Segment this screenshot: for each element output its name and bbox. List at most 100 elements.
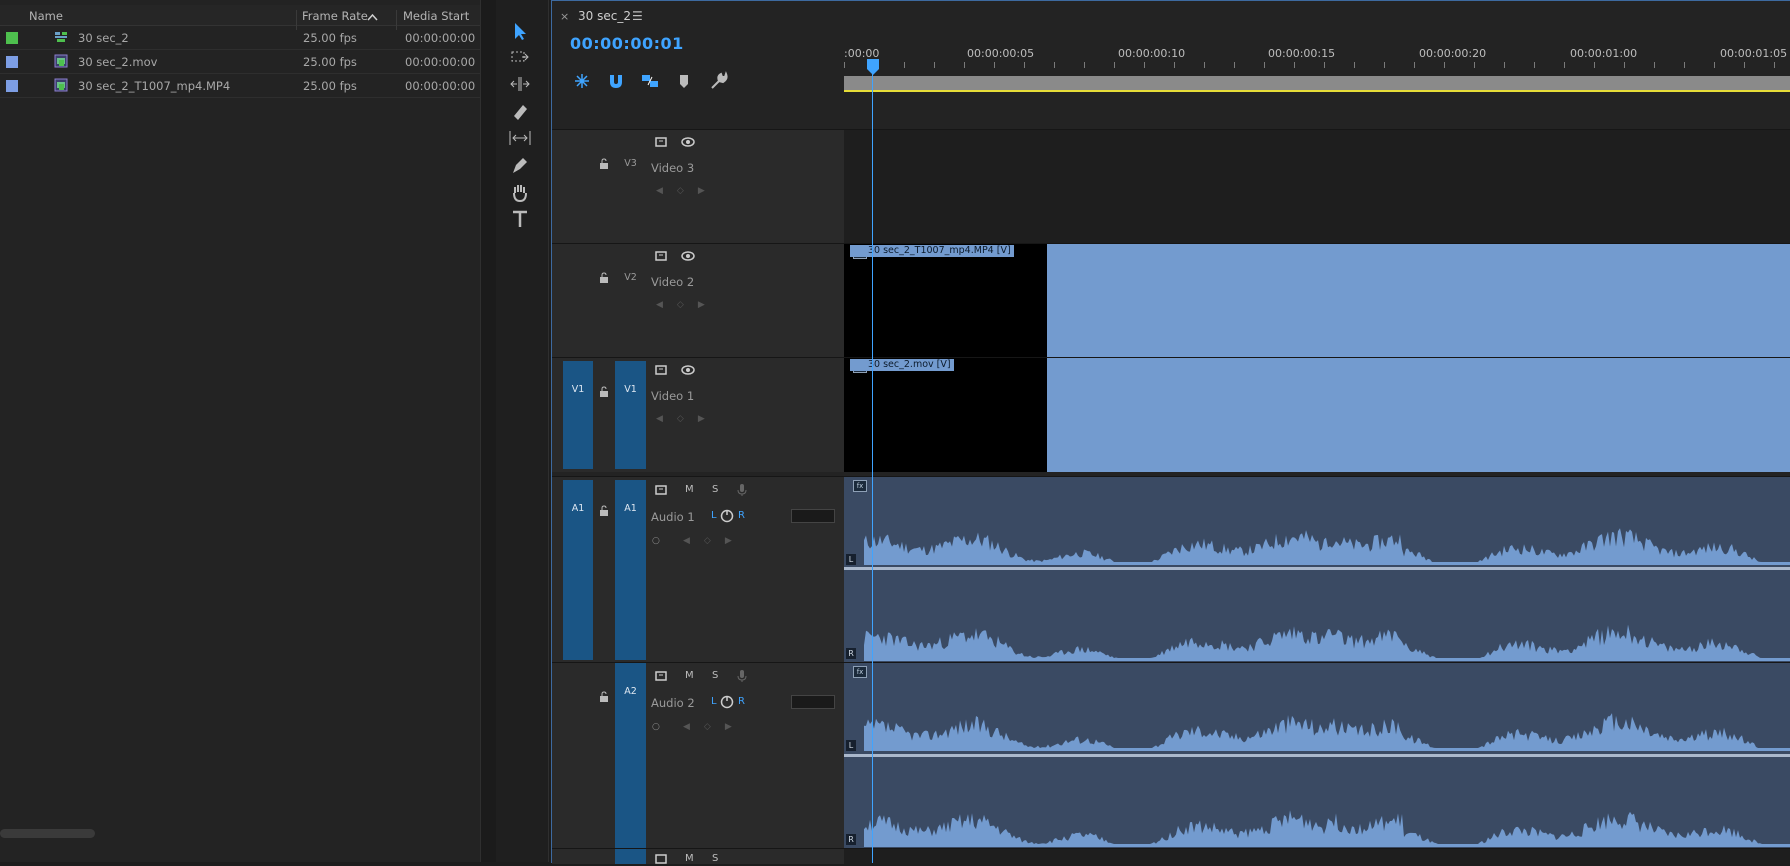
keyframe-navigator[interactable]: ◀◇▶ [683,722,746,732]
sort-ascending-icon[interactable] [367,13,378,21]
label-color-swatch[interactable] [6,80,18,92]
timeline-panel: × 30 sec_2 ☰ 00:00:00:01 :00:00 00:00:00… [551,0,1790,866]
track-target-v3[interactable]: V3 [615,158,646,169]
hand-tool-icon[interactable] [507,181,533,203]
item-frame-rate: 25.00 fps [303,55,357,69]
project-item-row[interactable]: 30 sec_2 25.00 fps 00:00:00:00 [0,26,480,50]
item-name: 30 sec_2.mov [78,55,158,69]
keyframe-navigator[interactable]: ◀◇▶ [656,186,719,196]
track-a2: A2 M S Audio 2 L R ○ ◀◇▶ fx L R [552,662,1790,849]
track-content[interactable]: fx L R [844,663,1790,849]
pan-knob-icon[interactable] [719,509,735,523]
ruler-tick [1324,62,1325,68]
horizontal-scrollbar[interactable] [0,829,95,838]
timeline-settings-wrench-icon[interactable] [707,71,729,91]
track-name[interactable]: Audio 2 [651,696,695,710]
voice-over-mic-icon[interactable] [734,483,750,497]
source-patch-a1[interactable]: A1 [563,480,593,660]
keyframe-navigator[interactable]: ◀◇▶ [656,300,719,310]
keyframe-navigator[interactable]: ◀◇▶ [683,536,746,546]
selection-tool-icon[interactable] [507,20,533,42]
toggle-sync-lock-icon[interactable] [654,669,670,683]
track-name[interactable]: Video 3 [651,161,694,175]
linked-selection-icon[interactable] [639,71,661,91]
eye-icon[interactable] [680,135,696,149]
close-tab-button[interactable]: × [560,10,569,23]
volume-keyframe-icon[interactable]: ○ [652,722,674,732]
solo-button[interactable]: S [712,484,718,495]
snap-magnet-icon[interactable] [605,71,627,91]
toggle-sync-lock-icon[interactable] [654,483,670,497]
playhead-timecode[interactable]: 00:00:00:01 [570,34,684,53]
lock-icon[interactable] [599,158,609,169]
sequence-tab[interactable]: 30 sec_2 [578,9,631,23]
lock-icon[interactable] [599,505,609,516]
track-target-v2[interactable]: V2 [615,272,646,283]
track-name[interactable]: Video 2 [651,275,694,289]
voice-over-mic-icon[interactable] [734,669,750,683]
video-clip-icon [54,54,68,68]
track-content[interactable]: fx L R [844,477,1790,663]
column-media-start[interactable]: Media Start [403,9,469,23]
video-clip-thumbnail[interactable] [844,358,1047,472]
sequence-icon [55,32,67,42]
track-volume-meter[interactable] [791,695,835,709]
mute-button[interactable]: M [685,853,694,864]
item-media-start: 00:00:00:00 [405,55,476,69]
track-volume-meter[interactable] [791,509,835,523]
time-ruler[interactable]: :00:00 00:00:00:05 00:00:00:10 00:00:00:… [844,41,1790,76]
solo-button[interactable]: S [712,853,718,864]
mute-button[interactable]: M [685,484,694,495]
razor-tool-icon[interactable] [507,100,533,122]
mute-button[interactable]: M [685,670,694,681]
project-item-row[interactable]: 30 sec_2_T1007_mp4.MP4 25.00 fps 00:00:0… [0,74,480,98]
lock-icon[interactable] [599,386,609,397]
ruler-tick [1744,62,1745,68]
add-marker-icon[interactable] [673,71,695,91]
column-name[interactable]: Name [29,9,63,23]
track-select-tool-icon[interactable] [507,46,533,68]
label-color-swatch[interactable] [6,56,18,68]
lock-icon[interactable] [599,691,609,702]
eye-icon[interactable] [680,363,696,377]
keyframe-navigator[interactable]: ◀◇▶ [656,414,719,424]
clip-name[interactable]: 30 sec_2_T1007_mp4.MP4 [V] [850,245,1014,257]
solo-button[interactable]: S [712,670,718,681]
playhead-line[interactable] [872,59,873,863]
toggle-sync-lock-icon[interactable] [654,249,670,263]
label-color-swatch[interactable] [6,32,18,44]
ruler-tick [964,62,965,68]
toggle-sync-lock-icon[interactable] [654,135,670,149]
slip-tool-icon[interactable] [507,127,533,149]
nest-sequences-icon[interactable] [571,71,593,91]
ruler-tick [1264,62,1265,68]
video-clip-thumbnail[interactable] [844,244,1047,358]
track-target-a2[interactable]: A2 [615,663,646,849]
track-target-v1[interactable]: V1 [615,361,646,469]
volume-keyframe-icon[interactable]: ○ [652,536,674,546]
playhead-handle-icon[interactable] [867,59,879,75]
clip-name[interactable]: 30 sec_2.mov [V] [850,359,954,371]
video-clip-body[interactable] [1047,244,1790,358]
column-frame-rate[interactable]: Frame Rate [302,9,368,23]
pen-tool-icon[interactable] [507,154,533,176]
type-tool-icon[interactable] [507,208,533,230]
eye-icon[interactable] [680,249,696,263]
pan-knob-icon[interactable] [719,695,735,709]
toggle-sync-lock-icon[interactable] [654,852,670,866]
source-patch-v1[interactable]: V1 [563,361,593,469]
panel-divider[interactable] [480,0,497,862]
lock-icon[interactable] [599,272,609,283]
panel-menu-button[interactable]: ☰ [632,9,643,23]
toggle-sync-lock-icon[interactable] [654,363,670,377]
track-content[interactable] [844,130,1790,244]
track-name[interactable]: Video 1 [651,389,694,403]
ruler-tick [1054,62,1055,68]
ripple-edit-tool-icon[interactable] [507,73,533,95]
video-clip-body[interactable] [1047,358,1790,472]
track-name[interactable]: Audio 1 [651,510,695,524]
track-content[interactable]: fx 30 sec_2_T1007_mp4.MP4 [V] [844,244,1790,358]
project-item-row[interactable]: 30 sec_2.mov 25.00 fps 00:00:00:00 [0,50,480,74]
track-target-a1[interactable]: A1 [615,480,646,660]
track-content[interactable]: fx 30 sec_2.mov [V] [844,358,1790,472]
